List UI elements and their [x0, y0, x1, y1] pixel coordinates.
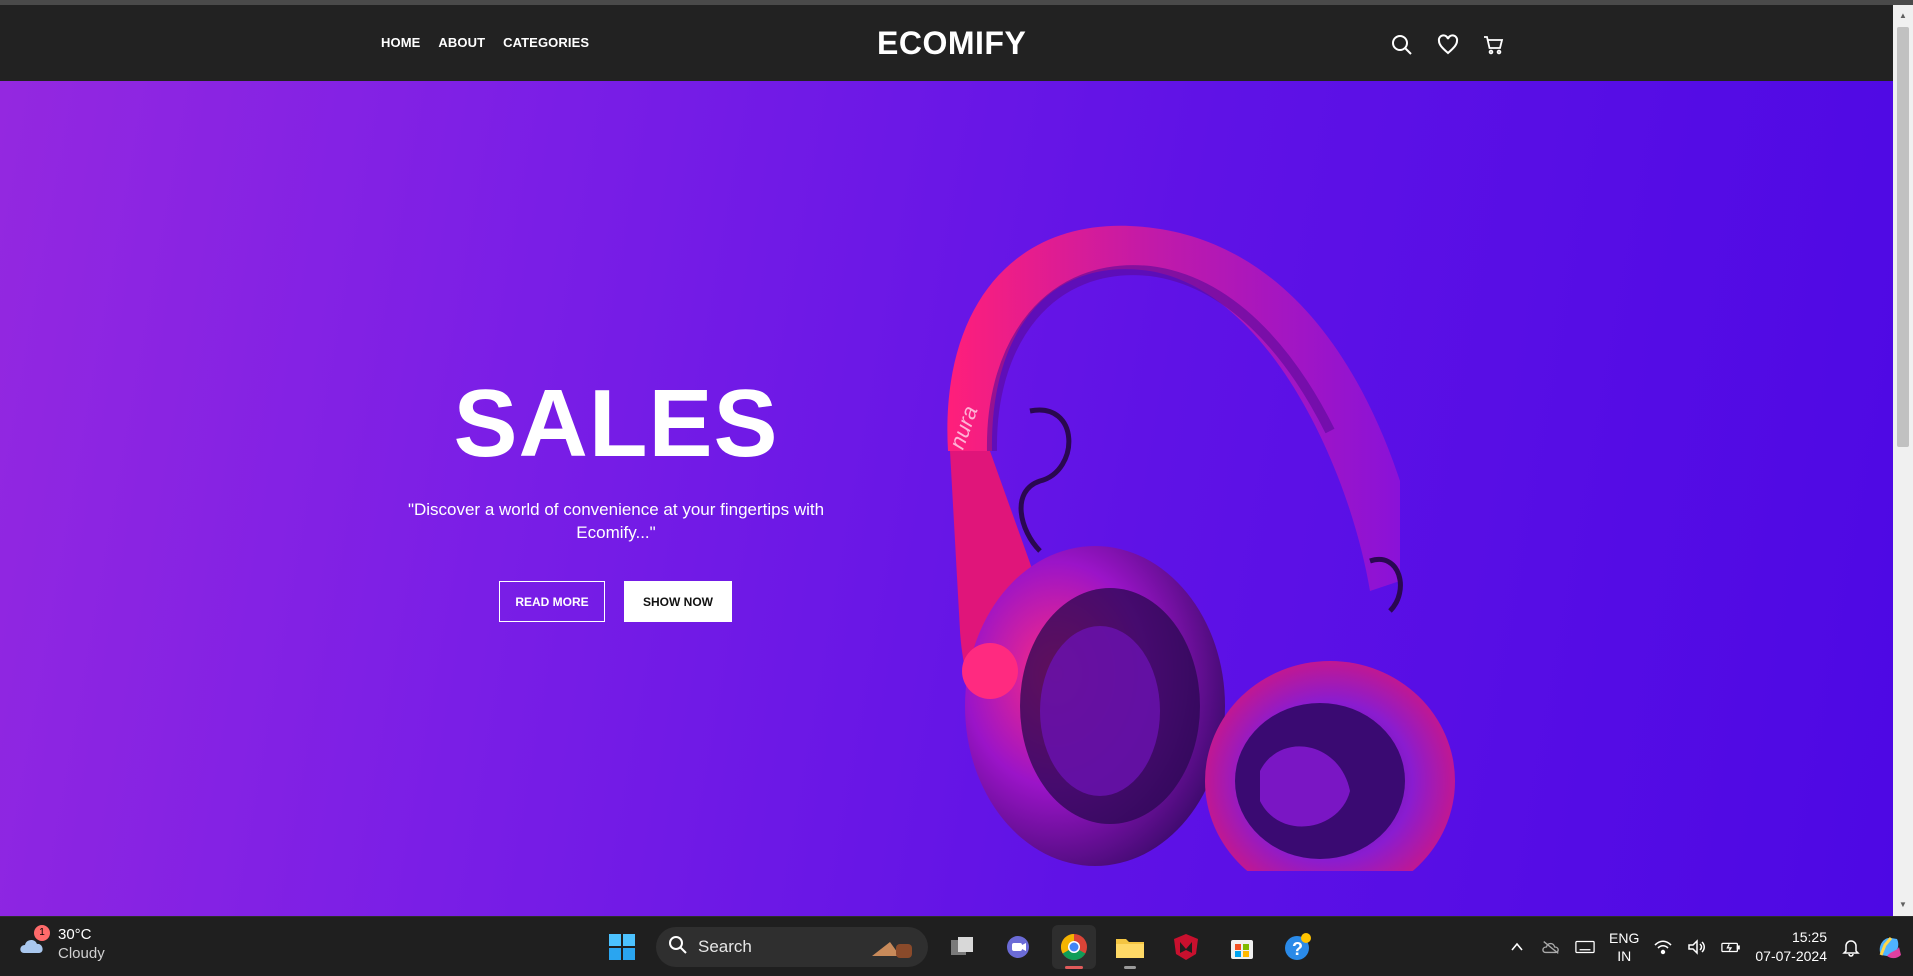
- header-actions: [1390, 33, 1506, 57]
- weather-text: 30°C Cloudy: [58, 925, 105, 963]
- store-icon[interactable]: [1220, 925, 1264, 969]
- browser-viewport: HOME ABOUT CATEGORIES ECOMIFY SALES "Dis…: [0, 0, 1913, 916]
- site-logo[interactable]: ECOMIFY: [877, 25, 1026, 62]
- taskbar: 1 30°C Cloudy Search ? ENG IN 15:25 07-0…: [0, 916, 1913, 975]
- open-indicator: [1124, 966, 1136, 969]
- headphones-image: nura: [944, 225, 1455, 871]
- help-icon[interactable]: ?: [1276, 925, 1320, 969]
- scroll-down-arrow[interactable]: ▼: [1898, 900, 1908, 910]
- clock[interactable]: 15:25 07-07-2024: [1755, 928, 1827, 966]
- search-glass-icon: [668, 935, 688, 960]
- main-nav: HOME ABOUT CATEGORIES: [381, 35, 589, 50]
- teams-icon[interactable]: [996, 925, 1040, 969]
- volume-icon[interactable]: [1687, 937, 1707, 957]
- cart-icon[interactable]: [1482, 33, 1506, 57]
- task-view-icon[interactable]: [940, 925, 984, 969]
- hero-banner: SALES "Discover a world of convenience a…: [0, 81, 1893, 916]
- taskbar-apps: Search ?: [600, 925, 1320, 969]
- start-icon[interactable]: [600, 925, 644, 969]
- mcafee-icon[interactable]: [1164, 925, 1208, 969]
- weather-widget[interactable]: 1 30°C Cloudy: [16, 925, 105, 963]
- battery-icon[interactable]: [1721, 937, 1741, 957]
- language-indicator[interactable]: ENG IN: [1609, 929, 1639, 965]
- taskbar-search[interactable]: Search: [656, 927, 928, 967]
- hero-title: SALES: [453, 370, 779, 477]
- site-header: HOME ABOUT CATEGORIES ECOMIFY: [0, 5, 1893, 81]
- chrome-icon[interactable]: [1052, 925, 1096, 969]
- system-tray: ENG IN 15:25 07-07-2024: [1507, 917, 1903, 976]
- search-label: Search: [698, 937, 752, 956]
- nav-home[interactable]: HOME: [381, 35, 420, 50]
- show-now-button[interactable]: SHOW NOW: [624, 581, 732, 622]
- chevron-up-icon[interactable]: [1507, 937, 1527, 957]
- page-scrollbar[interactable]: ▲ ▼: [1893, 5, 1913, 916]
- scroll-up-arrow[interactable]: ▲: [1898, 11, 1908, 21]
- heart-icon[interactable]: [1436, 33, 1460, 57]
- weather-badge: 1: [34, 925, 50, 941]
- copilot-icon[interactable]: [1875, 933, 1903, 961]
- wifi-icon[interactable]: [1653, 937, 1673, 957]
- weather-temp: 30°C: [58, 926, 92, 943]
- search-icon[interactable]: [1390, 33, 1414, 57]
- active-indicator: [1065, 966, 1083, 969]
- region-code: IN: [1617, 947, 1632, 964]
- svg-text:?: ?: [1292, 939, 1303, 959]
- keyboard-icon[interactable]: [1575, 937, 1595, 957]
- language-code: ENG: [1609, 929, 1640, 946]
- clock-time: 15:25: [1791, 928, 1827, 945]
- notification-bell-icon[interactable]: [1841, 937, 1861, 957]
- weather-condition: Cloudy: [58, 945, 105, 962]
- file-explorer-icon[interactable]: [1108, 925, 1152, 969]
- clock-date: 07-07-2024: [1755, 947, 1827, 964]
- read-more-button[interactable]: READ MORE: [499, 581, 605, 622]
- cake-icon: [870, 934, 916, 965]
- hero-subtitle: "Discover a world of convenience at your…: [407, 500, 825, 542]
- scroll-thumb[interactable]: [1897, 27, 1909, 447]
- cloud-icon: 1: [16, 925, 50, 961]
- nav-categories[interactable]: CATEGORIES: [503, 35, 589, 50]
- nav-about[interactable]: ABOUT: [438, 35, 485, 50]
- onedrive-offline-icon[interactable]: [1541, 937, 1561, 957]
